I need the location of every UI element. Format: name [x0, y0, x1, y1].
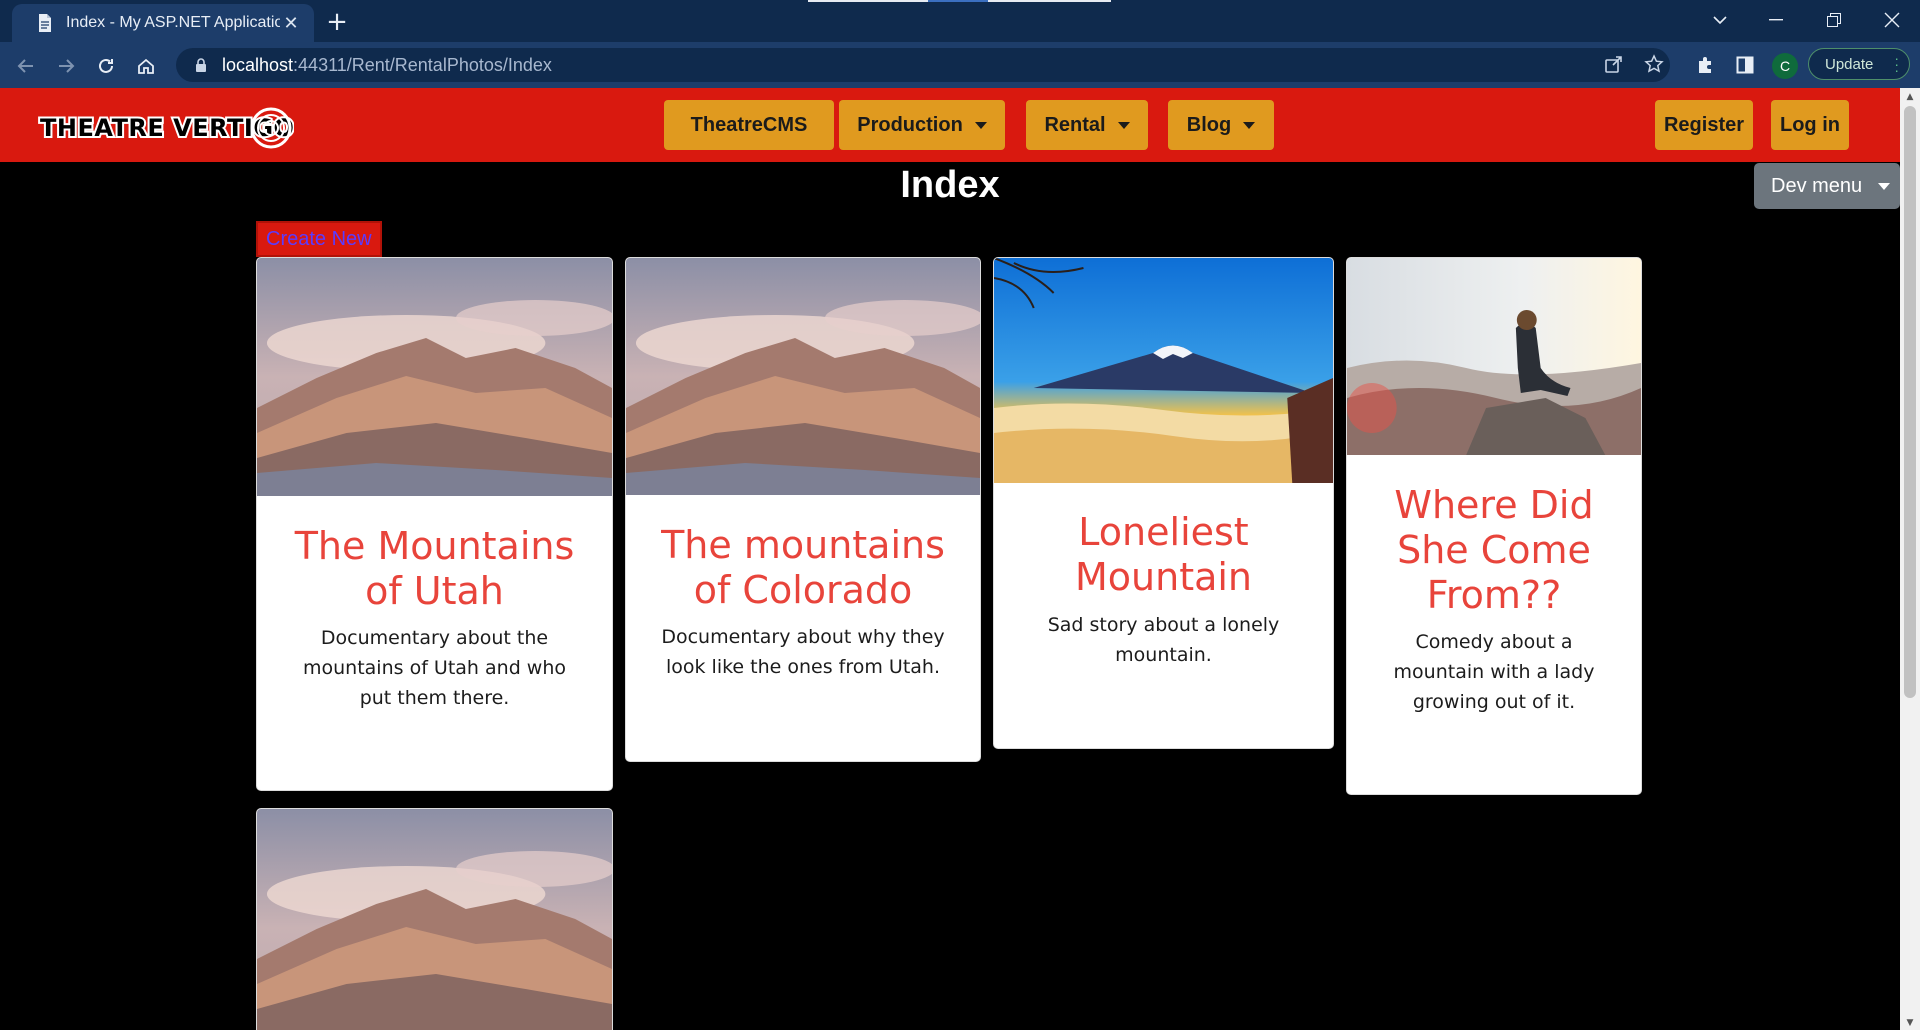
share-icon[interactable] [1600, 50, 1628, 78]
nav-rental-dropdown[interactable]: Rental [1026, 100, 1148, 150]
minimize-icon[interactable] [1748, 0, 1804, 40]
nav-rental-label: Rental [1044, 113, 1106, 136]
card-description: Documentary about why they look like the… [661, 626, 945, 678]
rental-photo-card[interactable]: Loneliest Mountain Sad story about a lon… [993, 257, 1334, 749]
nav-production-dropdown[interactable]: Production [839, 100, 1005, 150]
mountain-photo [626, 258, 980, 495]
mountain-photo [257, 809, 612, 1030]
caret-down-icon [974, 121, 987, 129]
nav-blog-label: Blog [1186, 113, 1232, 136]
lock-icon [196, 58, 206, 72]
tab-title: Index - My ASP.NET Application [66, 14, 280, 31]
close-tab-icon[interactable]: ✕ [280, 12, 302, 34]
nav-theatrecms-button[interactable]: TheatreCMS [664, 100, 834, 150]
vertical-scrollbar[interactable]: ▲ ▼ [1900, 88, 1920, 1030]
profile-avatar[interactable]: C [1772, 53, 1798, 79]
caret-down-icon [1117, 121, 1130, 129]
mount-fuji-photo [994, 258, 1333, 483]
tab-search-icon[interactable] [1692, 0, 1748, 40]
page-title: Index [900, 164, 1000, 206]
nav-blog-dropdown[interactable]: Blog [1168, 100, 1274, 150]
extensions-icon[interactable] [1690, 50, 1720, 80]
new-tab-button[interactable]: + [322, 7, 352, 37]
reload-icon[interactable] [90, 50, 122, 82]
back-icon[interactable] [10, 50, 42, 82]
card-title: Where Did She Come From?? [1394, 483, 1594, 617]
caret-down-icon [1243, 121, 1256, 129]
update-label: Update [1825, 55, 1874, 73]
register-button[interactable]: Register [1655, 100, 1753, 150]
card-description: Documentary about the mountains of Utah … [303, 627, 566, 709]
kebab-menu-icon: · · · [1894, 50, 1899, 78]
home-icon[interactable] [130, 50, 162, 82]
scroll-up-icon[interactable]: ▲ [1905, 92, 1915, 102]
side-panel-icon[interactable] [1730, 50, 1760, 80]
woman-on-rock-photo [1347, 258, 1641, 455]
scroll-down-icon[interactable]: ▼ [1905, 1018, 1915, 1028]
tab-strip-indicator [808, 0, 1111, 2]
nav-theatrecms-label: TheatreCMS [690, 113, 808, 136]
dev-menu-label: Dev menu [1771, 174, 1863, 197]
rental-photo-card[interactable] [256, 808, 613, 1030]
theatre-vertigo-logo[interactable]: THEATRE VERTIGO [38, 102, 296, 150]
bookmark-star-icon[interactable] [1640, 50, 1668, 78]
card-title: The Mountains of Utah [294, 524, 575, 613]
mountain-photo [257, 258, 612, 496]
url-path: :44311/Rent/RentalPhotos/Index [293, 54, 552, 75]
register-label: Register [1663, 113, 1745, 136]
update-button[interactable]: Update · · · [1808, 48, 1910, 80]
page-icon [36, 13, 54, 33]
card-description: Comedy about a mountain with a lady grow… [1393, 631, 1595, 713]
rental-photo-card[interactable]: Where Did She Come From?? Comedy about a… [1346, 257, 1642, 795]
forward-icon[interactable] [50, 50, 82, 82]
browser-tab-bar: Index - My ASP.NET Application ✕ + [0, 0, 1920, 42]
card-title: Loneliest Mountain [1074, 510, 1253, 599]
close-window-icon[interactable] [1864, 0, 1920, 40]
nav-production-label: Production [857, 113, 963, 136]
site-navbar: THEATRE VERTIGO TheatreCMS Production Re… [0, 88, 1900, 162]
browser-tab[interactable]: Index - My ASP.NET Application ✕ [12, 4, 314, 42]
rental-photo-card[interactable]: The Mountains of Utah Documentary about … [256, 257, 613, 791]
url-host: localhost [222, 54, 294, 75]
card-description: Sad story about a lonely mountain. [1047, 614, 1280, 666]
rental-photo-card[interactable]: The mountains of Colorado Documentary ab… [625, 257, 981, 762]
browser-toolbar: localhost:44311/Rent/RentalPhotos/Index [0, 42, 1920, 88]
card-title: The mountains of Colorado [661, 523, 945, 612]
page-viewport: THEATRE VERTIGO TheatreCMS Production Re… [0, 88, 1900, 1030]
address-bar[interactable]: localhost:44311/Rent/RentalPhotos/Index [176, 48, 1670, 82]
scrollbar-thumb[interactable] [1904, 106, 1916, 698]
login-label: Log in [1780, 113, 1840, 136]
login-button[interactable]: Log in [1771, 100, 1849, 150]
restore-icon[interactable] [1806, 0, 1862, 40]
caret-down-icon [1878, 182, 1891, 190]
create-new-link[interactable]: Create New [256, 221, 382, 257]
dev-menu-dropdown[interactable]: Dev menu [1754, 163, 1900, 209]
